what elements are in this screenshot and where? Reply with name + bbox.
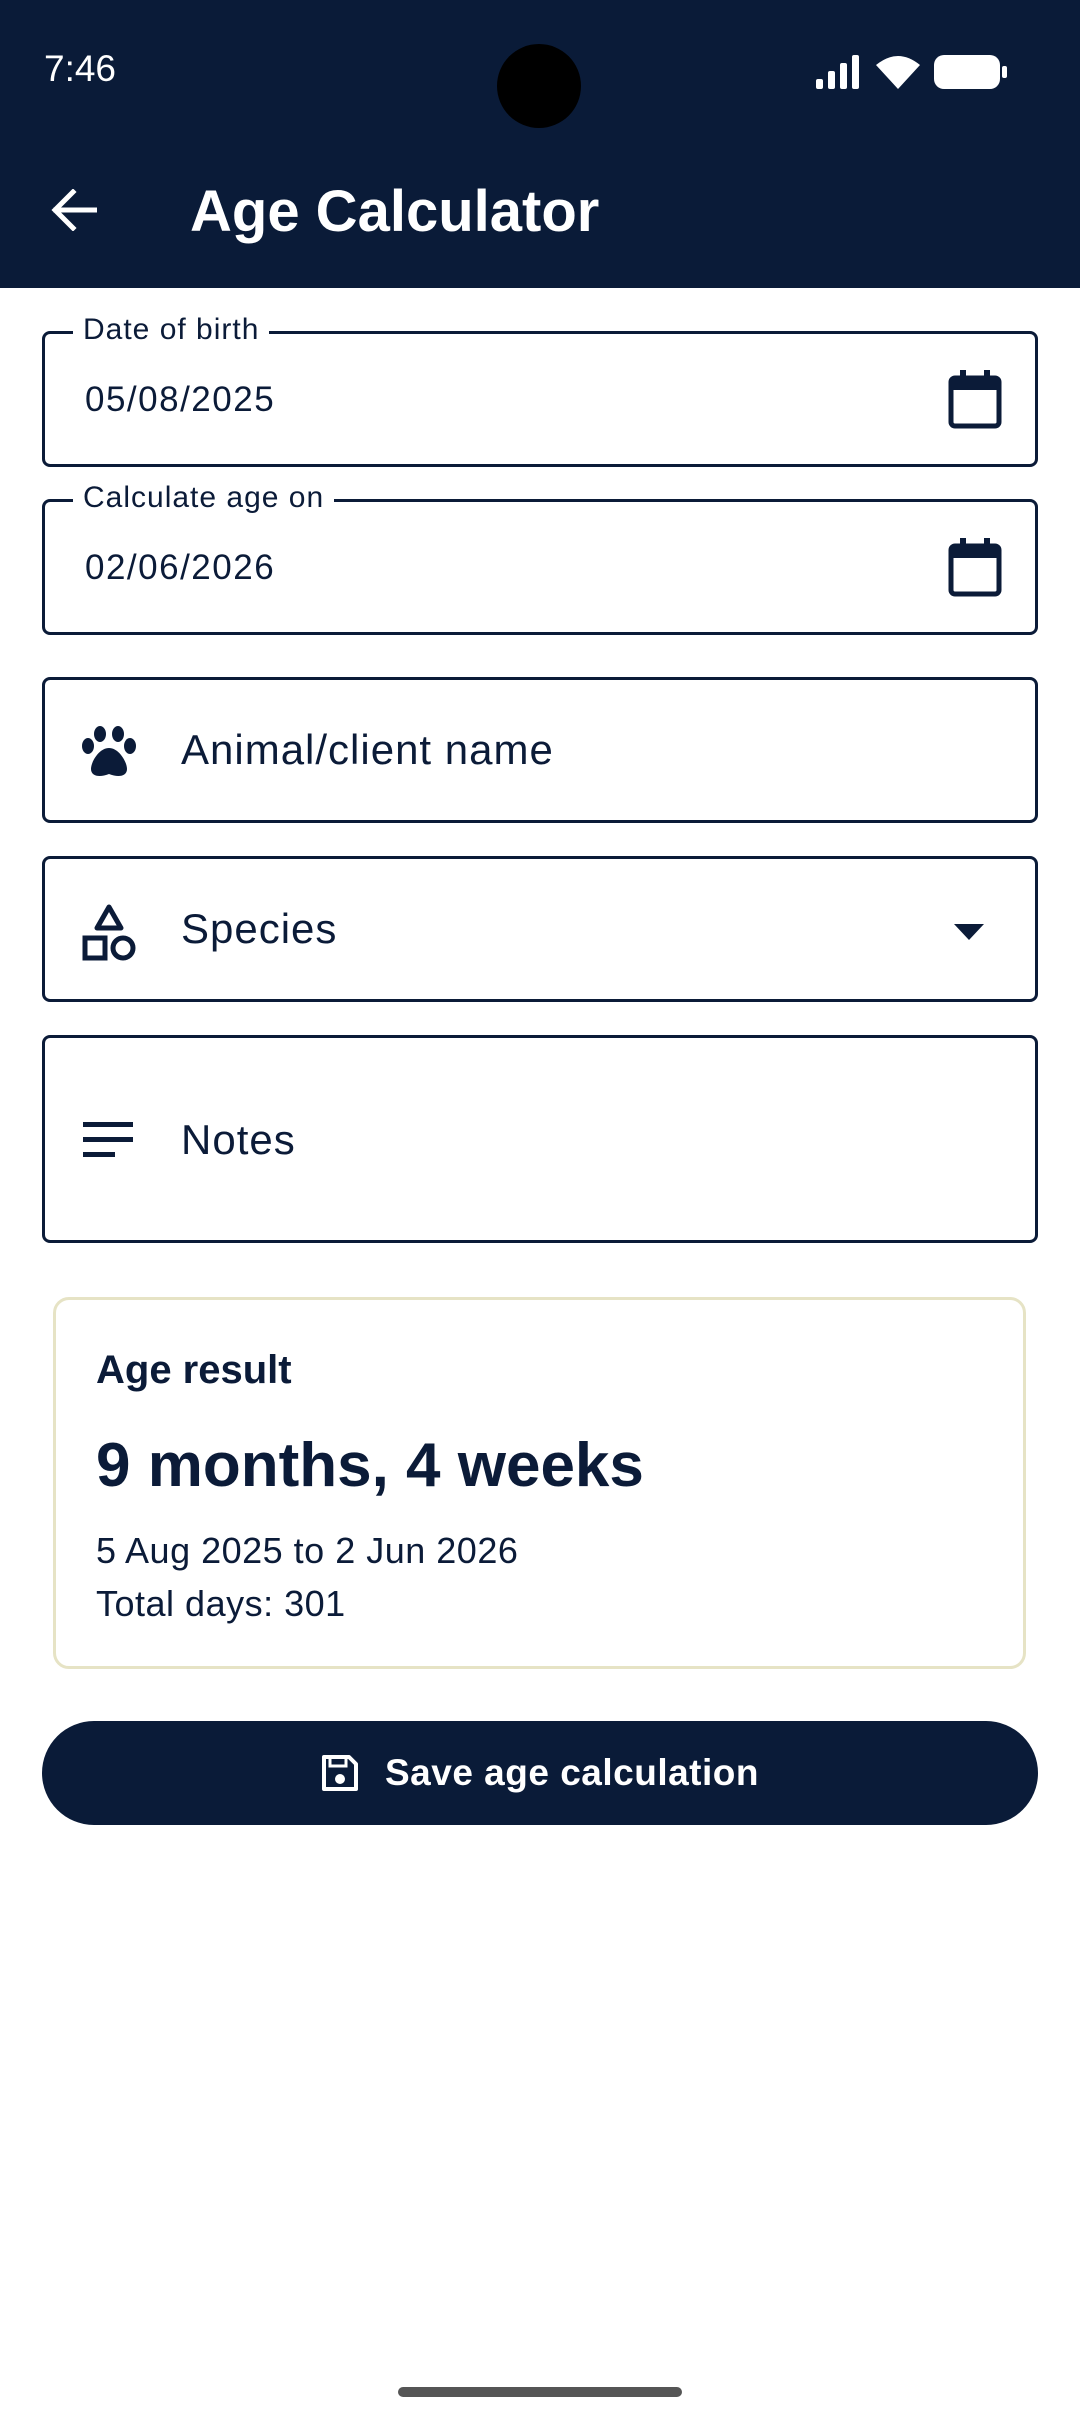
calendar-icon[interactable] bbox=[945, 370, 1005, 430]
save-button[interactable]: Save age calculation bbox=[42, 1721, 1038, 1825]
species-placeholder: Species bbox=[181, 905, 338, 952]
age-result-value: 9 months, 4 weeks bbox=[96, 1431, 644, 1500]
battery-icon bbox=[934, 55, 1007, 89]
age-result-label: Age result bbox=[96, 1348, 292, 1392]
date-of-birth-field[interactable]: Date of birth 05/08/2025 bbox=[42, 310, 1038, 467]
save-icon bbox=[321, 1755, 358, 1791]
age-result-range: 5 Aug 2025 to 2 Jun 2026 bbox=[96, 1530, 519, 1571]
calculate-age-on-field[interactable]: Calculate age on 02/06/2026 bbox=[42, 478, 1038, 635]
date-of-birth-value: 05/08/2025 bbox=[85, 380, 276, 419]
dropdown-arrow-icon[interactable] bbox=[949, 917, 989, 947]
wifi-icon bbox=[876, 56, 920, 89]
arrow-back-icon bbox=[51, 189, 97, 231]
notes-input[interactable]: Notes bbox=[42, 1035, 1038, 1243]
app-bar: 7:46 Age Calculator bbox=[0, 0, 1080, 288]
age-result-total-days: Total days: 301 bbox=[96, 1583, 346, 1624]
age-result-card: Age result 9 months, 4 weeks 5 Aug 2025 … bbox=[53, 1297, 1026, 1669]
notes-placeholder: Notes bbox=[181, 1116, 296, 1163]
notes-icon bbox=[81, 1118, 135, 1162]
shapes-icon bbox=[79, 903, 139, 963]
calendar-icon[interactable] bbox=[945, 538, 1005, 598]
species-select[interactable]: Species bbox=[42, 856, 1038, 1002]
status-icons bbox=[816, 52, 1008, 92]
save-button-label: Save age calculation bbox=[384, 1752, 759, 1793]
page-title: Age Calculator bbox=[190, 179, 600, 244]
animal-name-placeholder: Animal/client name bbox=[181, 726, 554, 773]
home-indicator[interactable] bbox=[398, 2387, 682, 2397]
status-time: 7:46 bbox=[44, 48, 117, 89]
signal-icon bbox=[816, 55, 859, 89]
camera-cutout bbox=[497, 44, 581, 128]
paw-icon bbox=[79, 724, 139, 780]
animal-name-input[interactable]: Animal/client name bbox=[42, 677, 1038, 823]
calculate-age-on-value: 02/06/2026 bbox=[85, 548, 276, 587]
calculate-age-on-label: Calculate age on bbox=[73, 478, 335, 518]
date-of-birth-label: Date of birth bbox=[73, 310, 270, 350]
back-button[interactable] bbox=[42, 178, 106, 242]
